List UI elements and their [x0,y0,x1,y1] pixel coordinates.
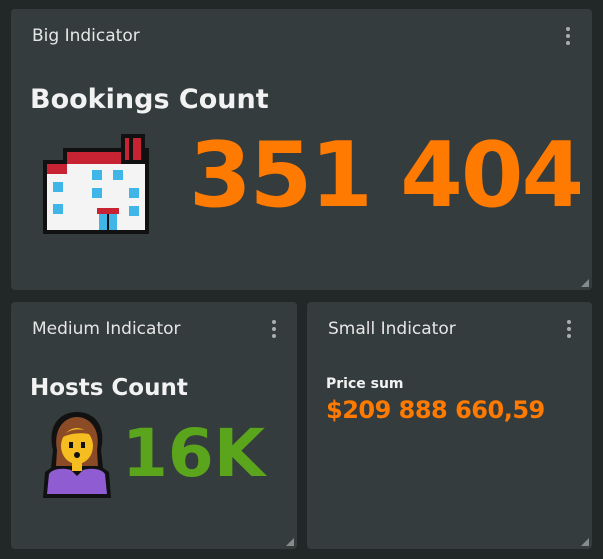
hotel-icon [39,124,159,244]
medium-indicator-panel: Medium Indicator Hosts Count 16K [11,302,297,549]
panel-title: Medium Indicator [32,319,181,339]
small-indicator-panel: Small Indicator Price sum $209 888 660,5… [307,302,592,549]
panel-title: Small Indicator [328,319,456,339]
metric-label: Bookings Count [30,84,269,115]
kebab-menu-icon[interactable] [269,320,279,340]
metric-value: 16K [122,415,265,492]
resize-handle[interactable] [581,279,589,287]
resize-handle[interactable] [286,538,294,546]
kebab-menu-icon[interactable] [564,320,574,340]
woman-icon [41,408,113,500]
big-indicator-panel: Big Indicator Bookings Count 351 404 [11,9,592,290]
resize-handle[interactable] [581,538,589,546]
panel-title: Big Indicator [32,26,140,46]
metric-value: 351 404 [189,123,584,228]
metric-value: $209 888 660,59 [326,396,545,424]
kebab-menu-icon[interactable] [563,27,573,47]
metric-label: Price sum [326,376,404,392]
metric-label: Hosts Count [30,375,188,401]
